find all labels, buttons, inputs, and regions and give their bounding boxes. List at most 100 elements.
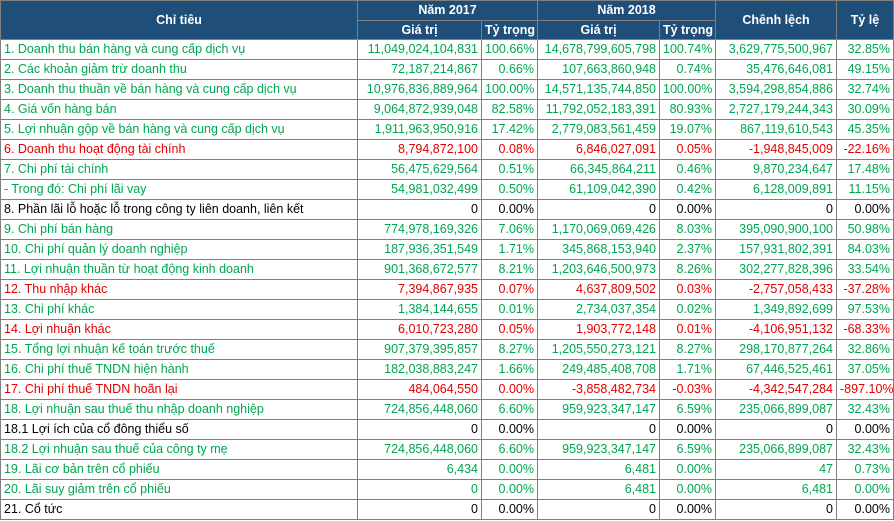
header-value-2017: Giá trị [357, 20, 482, 40]
row-label: 8. Phần lãi lỗ hoặc lỗ trong công ty liê… [0, 199, 358, 220]
weight-2017: 0.07% [481, 279, 538, 300]
weight-2018: 8.26% [659, 259, 716, 280]
difference: 3,629,775,500,967 [715, 39, 837, 60]
value-2017: 907,379,395,857 [357, 339, 482, 360]
table-row: 18.1 Lợi ích của cổ đông thiểu số 0 0.00% 0… [0, 419, 894, 440]
table-row: 16. Chi phí thuế TNDN hiện hành 182,038,8… [0, 359, 894, 380]
row-label: 18.2 Lợi nhuận sau thuế của công ty mẹ [0, 439, 358, 460]
value-2018: -3,858,482,734 [537, 379, 660, 400]
weight-2017: 8.27% [481, 339, 538, 360]
value-2017: 0 [357, 499, 482, 520]
table-row: 13. Chi phí khác 1,384,144,655 0.01% 2,734,… [0, 299, 894, 320]
ratio: 32.85% [836, 39, 894, 60]
difference: 47 [715, 459, 837, 480]
value-2017: 6,010,723,280 [357, 319, 482, 340]
value-2017: 10,976,836,889,964 [357, 79, 482, 100]
table-row: 12. Thu nhập khác 7,394,867,935 0.07% 4,637… [0, 279, 894, 300]
difference: -2,757,058,433 [715, 279, 837, 300]
ratio: 0.00% [836, 199, 894, 220]
table-row: 2. Các khoản giảm trừ doanh thu 72,187,21… [0, 59, 894, 80]
weight-2018: 100.74% [659, 39, 716, 60]
ratio: 49.15% [836, 59, 894, 80]
difference: 157,931,802,391 [715, 239, 837, 260]
weight-2017: 0.00% [481, 479, 538, 500]
table-row: 4. Giá vốn hàng bán 9,064,872,939,048 82.5… [0, 99, 894, 120]
weight-2017: 0.00% [481, 499, 538, 520]
value-2017: 0 [357, 199, 482, 220]
value-2017: 0 [357, 419, 482, 440]
header-indicator: Chỉ tiêu [0, 0, 358, 40]
row-label: 19. Lãi cơ bản trên cổ phiếu [0, 459, 358, 480]
weight-2017: 0.08% [481, 139, 538, 160]
table-row: 7. Chi phí tài chính 56,475,629,564 0.51% 6… [0, 159, 894, 180]
ratio: 33.54% [836, 259, 894, 280]
row-label: 6. Doanh thu hoạt động tài chính [0, 139, 358, 160]
value-2018: 2,779,083,561,459 [537, 119, 660, 140]
weight-2018: 0.03% [659, 279, 716, 300]
ratio: -897.10% [836, 379, 894, 400]
difference: 1,349,892,699 [715, 299, 837, 320]
ratio: 32.43% [836, 439, 894, 460]
weight-2018: 8.27% [659, 339, 716, 360]
value-2018: 4,637,809,502 [537, 279, 660, 300]
ratio: 32.74% [836, 79, 894, 100]
ratio: 0.00% [836, 479, 894, 500]
weight-2018: 0.46% [659, 159, 716, 180]
weight-2017: 0.00% [481, 419, 538, 440]
difference: 3,594,298,854,886 [715, 79, 837, 100]
difference: 35,476,646,081 [715, 59, 837, 80]
row-label: 11. Lợi nhuận thuần từ hoạt động kinh do… [0, 259, 358, 280]
weight-2018: -0.03% [659, 379, 716, 400]
weight-2018: 0.00% [659, 419, 716, 440]
difference: 6,128,009,891 [715, 179, 837, 200]
row-label: 2. Các khoản giảm trừ doanh thu [0, 59, 358, 80]
weight-2017: 0.66% [481, 59, 538, 80]
difference: 302,277,828,396 [715, 259, 837, 280]
difference: 298,170,877,264 [715, 339, 837, 360]
row-label: 4. Giá vốn hàng bán [0, 99, 358, 120]
weight-2018: 80.93% [659, 99, 716, 120]
table-row: - Trong đó: Chi phí lãi vay 54,981,032,49… [0, 179, 894, 200]
ratio: 32.43% [836, 399, 894, 420]
ratio: 11.15% [836, 179, 894, 200]
table-row: 17. Chi phí thuế TNDN hoãn lại 484,064,55… [0, 379, 894, 400]
value-2018: 0 [537, 199, 660, 220]
weight-2018: 1.71% [659, 359, 716, 380]
weight-2018: 0.05% [659, 139, 716, 160]
weight-2018: 0.00% [659, 199, 716, 220]
row-label: 13. Chi phí khác [0, 299, 358, 320]
value-2017: 56,475,629,564 [357, 159, 482, 180]
weight-2018: 0.00% [659, 459, 716, 480]
value-2018: 1,205,550,273,121 [537, 339, 660, 360]
weight-2018: 0.02% [659, 299, 716, 320]
row-label: 1. Doanh thu bán hàng và cung cấp dịch v… [0, 39, 358, 60]
row-label: 3. Doanh thu thuần về bán hàng và cung c… [0, 79, 358, 100]
value-2017: 7,394,867,935 [357, 279, 482, 300]
header-difference: Chênh lệch [715, 0, 837, 40]
weight-2018: 0.01% [659, 319, 716, 340]
ratio: 32.86% [836, 339, 894, 360]
row-label: 21. Cổ tức [0, 499, 358, 520]
table-row: 8. Phần lãi lỗ hoặc lỗ trong công ty liê… [0, 199, 894, 220]
header-value-2018: Giá trị [537, 20, 660, 40]
value-2017: 72,187,214,867 [357, 59, 482, 80]
difference: 0 [715, 199, 837, 220]
value-2017: 6,434 [357, 459, 482, 480]
ratio: 0.00% [836, 419, 894, 440]
value-2018: 61,109,042,390 [537, 179, 660, 200]
table-row: 10. Chi phí quản lý doanh nghiệp 187,936,… [0, 239, 894, 260]
value-2017: 1,911,963,950,916 [357, 119, 482, 140]
row-label: - Trong đó: Chi phí lãi vay [0, 179, 358, 200]
row-label: 20. Lãi suy giảm trên cổ phiếu [0, 479, 358, 500]
difference: 6,481 [715, 479, 837, 500]
header-year-2017: Năm 2017 [357, 0, 538, 21]
weight-2017: 6.60% [481, 439, 538, 460]
value-2018: 6,481 [537, 459, 660, 480]
value-2018: 345,868,153,940 [537, 239, 660, 260]
table-row: 14. Lợi nhuận khác 6,010,723,280 0.05% 1,90… [0, 319, 894, 340]
value-2017: 0 [357, 479, 482, 500]
header-weight-2017: Tỷ trọng [481, 20, 538, 40]
difference: 235,066,899,087 [715, 439, 837, 460]
value-2018: 14,571,135,744,850 [537, 79, 660, 100]
value-2018: 959,923,347,147 [537, 439, 660, 460]
